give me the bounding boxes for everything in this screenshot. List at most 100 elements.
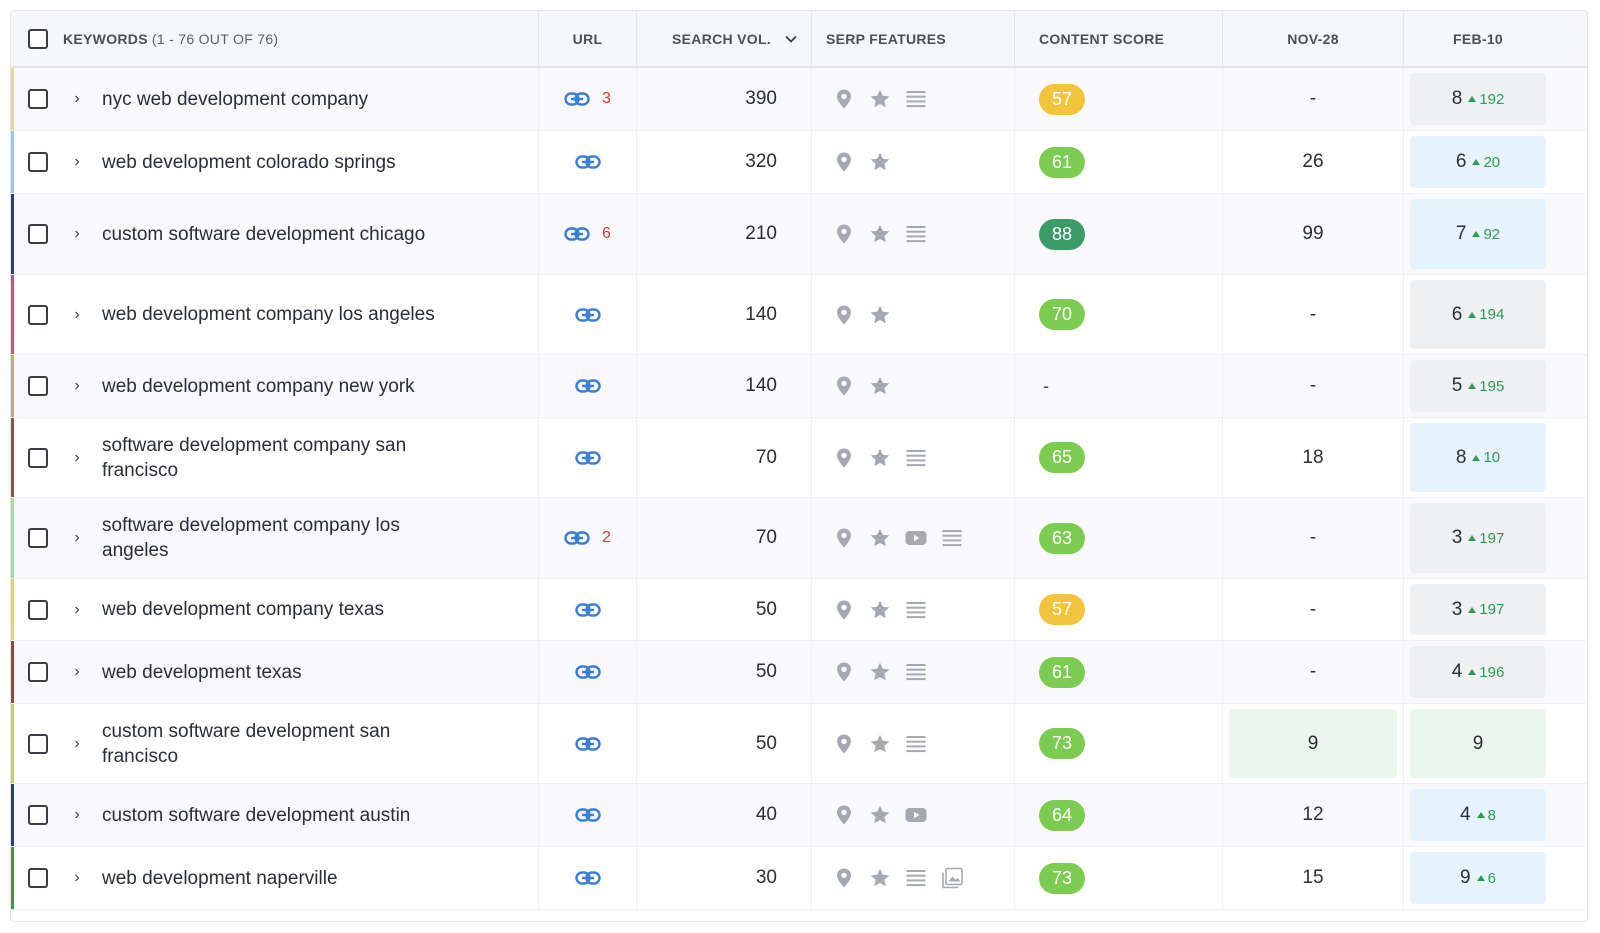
star-icon[interactable] bbox=[868, 303, 892, 327]
video-icon[interactable] bbox=[904, 803, 928, 827]
row-checkbox[interactable] bbox=[28, 447, 48, 468]
row-checkbox[interactable] bbox=[28, 376, 48, 396]
map-pin-icon[interactable] bbox=[832, 660, 856, 684]
star-icon[interactable] bbox=[868, 732, 892, 756]
keyword-text[interactable]: web development company los angeles bbox=[102, 302, 435, 327]
link-icon[interactable] bbox=[574, 870, 601, 886]
chevron-right-icon[interactable]: › bbox=[70, 90, 84, 108]
link-icon[interactable] bbox=[574, 307, 601, 323]
star-icon[interactable] bbox=[868, 446, 892, 470]
map-pin-icon[interactable] bbox=[832, 374, 856, 398]
header-content-score[interactable]: CONTENT SCORE bbox=[1015, 11, 1223, 66]
header-date-feb[interactable]: FEB-10 bbox=[1404, 11, 1552, 66]
map-pin-icon[interactable] bbox=[832, 446, 856, 470]
star-icon[interactable] bbox=[868, 374, 892, 398]
link-icon[interactable] bbox=[564, 226, 590, 242]
table-row[interactable]: › web development naperville 30 73 15 9 6 bbox=[11, 847, 1587, 910]
chevron-right-icon[interactable]: › bbox=[70, 869, 84, 887]
map-pin-icon[interactable] bbox=[832, 87, 856, 111]
link-icon[interactable] bbox=[574, 378, 601, 394]
link-icon[interactable] bbox=[564, 530, 590, 546]
map-pin-icon[interactable] bbox=[832, 732, 856, 756]
map-pin-icon[interactable] bbox=[832, 803, 856, 827]
content-score-badge[interactable]: 57 bbox=[1039, 83, 1085, 115]
chevron-right-icon[interactable]: › bbox=[70, 377, 84, 395]
keyword-text[interactable]: custom software development san francisc… bbox=[102, 719, 442, 769]
chevron-right-icon[interactable]: › bbox=[70, 306, 84, 324]
star-icon[interactable] bbox=[868, 598, 892, 622]
star-icon[interactable] bbox=[868, 87, 892, 111]
row-checkbox[interactable] bbox=[28, 528, 48, 548]
list-icon[interactable] bbox=[904, 87, 928, 111]
keyword-text[interactable]: web development company texas bbox=[102, 597, 384, 622]
table-row[interactable]: › web development texas 50 61 - 4 196 bbox=[11, 641, 1587, 704]
content-score-badge[interactable]: 73 bbox=[1039, 862, 1085, 894]
link-icon[interactable] bbox=[574, 602, 601, 618]
header-search-vol[interactable]: SEARCH VOL. bbox=[637, 11, 812, 66]
keyword-text[interactable]: web development company new york bbox=[102, 374, 415, 399]
chevron-right-icon[interactable]: › bbox=[70, 449, 84, 467]
map-pin-icon[interactable] bbox=[832, 526, 856, 550]
keyword-text[interactable]: web development colorado springs bbox=[102, 150, 396, 175]
row-checkbox[interactable] bbox=[28, 805, 48, 825]
chevron-right-icon[interactable]: › bbox=[70, 529, 84, 547]
star-icon[interactable] bbox=[868, 803, 892, 827]
keyword-text[interactable]: custom software development austin bbox=[102, 803, 410, 828]
row-checkbox[interactable] bbox=[28, 152, 48, 172]
list-icon[interactable] bbox=[904, 598, 928, 622]
table-row[interactable]: › software development company los angele… bbox=[11, 498, 1587, 579]
keyword-text[interactable]: software development company los angeles bbox=[102, 513, 442, 563]
list-icon[interactable] bbox=[904, 866, 928, 890]
sort-descending-icon[interactable] bbox=[785, 35, 797, 43]
link-icon[interactable] bbox=[574, 664, 601, 680]
star-icon[interactable] bbox=[868, 150, 892, 174]
keyword-text[interactable]: software development company san francis… bbox=[102, 433, 442, 483]
star-icon[interactable] bbox=[868, 660, 892, 684]
header-keywords[interactable]: KEYWORDS (1 - 76 OUT OF 76) bbox=[11, 11, 539, 66]
chevron-right-icon[interactable]: › bbox=[70, 225, 84, 243]
link-icon[interactable] bbox=[564, 91, 590, 107]
chevron-right-icon[interactable]: › bbox=[70, 663, 84, 681]
select-all-checkbox[interactable] bbox=[28, 28, 48, 49]
table-row[interactable]: › web development company los angeles 140 7… bbox=[11, 275, 1587, 355]
keyword-text[interactable]: nyc web development company bbox=[102, 87, 368, 112]
content-score-badge[interactable]: 61 bbox=[1039, 656, 1085, 688]
video-icon[interactable] bbox=[904, 526, 928, 550]
chevron-right-icon[interactable]: › bbox=[70, 153, 84, 171]
map-pin-icon[interactable] bbox=[832, 866, 856, 890]
keyword-text[interactable]: custom software development chicago bbox=[102, 222, 425, 247]
row-checkbox[interactable] bbox=[28, 224, 48, 244]
content-score-badge[interactable]: 88 bbox=[1039, 218, 1085, 250]
star-icon[interactable] bbox=[868, 526, 892, 550]
header-url[interactable]: URL bbox=[539, 11, 637, 66]
url-count[interactable]: 3 bbox=[602, 90, 611, 108]
link-icon[interactable] bbox=[574, 807, 601, 823]
table-row[interactable]: › software development company san franci… bbox=[11, 418, 1587, 498]
chevron-right-icon[interactable]: › bbox=[70, 806, 84, 824]
row-checkbox[interactable] bbox=[28, 868, 48, 888]
content-score-badge[interactable]: 57 bbox=[1039, 594, 1085, 625]
row-checkbox[interactable] bbox=[28, 662, 48, 682]
map-pin-icon[interactable] bbox=[832, 303, 856, 327]
content-score-badge[interactable]: 63 bbox=[1039, 522, 1085, 554]
chevron-right-icon[interactable]: › bbox=[70, 601, 84, 619]
table-row[interactable]: › custom software development san francis… bbox=[11, 704, 1587, 784]
link-icon[interactable] bbox=[574, 736, 601, 752]
star-icon[interactable] bbox=[868, 222, 892, 246]
list-icon[interactable] bbox=[904, 446, 928, 470]
table-row[interactable]: › nyc web development company 3 390 57 - 8 192 bbox=[11, 68, 1587, 131]
list-icon[interactable] bbox=[940, 526, 964, 550]
table-row[interactable]: › web development company texas 50 57 - 3 197 bbox=[11, 579, 1587, 641]
link-icon[interactable] bbox=[574, 450, 601, 466]
map-pin-icon[interactable] bbox=[832, 222, 856, 246]
content-score-badge[interactable]: 70 bbox=[1039, 299, 1085, 330]
star-icon[interactable] bbox=[868, 866, 892, 890]
list-icon[interactable] bbox=[904, 732, 928, 756]
content-score-badge[interactable]: 73 bbox=[1039, 728, 1085, 759]
table-row[interactable]: › web development company new york 140 - - 5 1… bbox=[11, 355, 1587, 418]
url-count[interactable]: 6 bbox=[602, 225, 611, 243]
row-checkbox[interactable] bbox=[28, 599, 48, 620]
list-icon[interactable] bbox=[904, 660, 928, 684]
chevron-right-icon[interactable]: › bbox=[70, 735, 84, 753]
table-row[interactable]: › custom software development chicago 6 210… bbox=[11, 194, 1587, 275]
